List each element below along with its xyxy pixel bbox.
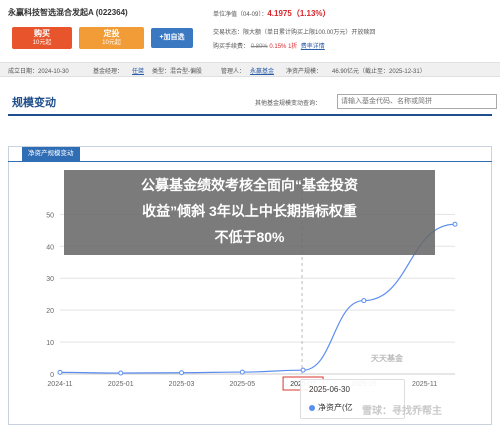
series-dot-icon (309, 404, 315, 411)
caption-line-3: 不低于80% (214, 229, 285, 245)
x-tick-label: 2025-01 (108, 381, 134, 388)
x-tick-label: 2024-11 (47, 381, 72, 388)
snowball-watermark: 雪球：寻找乔帮主 (362, 406, 442, 417)
y-tick-label: 40 (46, 244, 54, 251)
x-tick-label: 2025-05 (229, 381, 255, 388)
y-tick-label: 10 (46, 340, 54, 347)
series-point (361, 298, 367, 304)
x-tick-label: 2025-03 (169, 381, 195, 388)
series-point (452, 221, 458, 227)
caption-line-2: 收益”倾斜 3年以上中长期指标权重 (142, 203, 357, 219)
y-tick-label: 20 (46, 308, 54, 315)
series-point (300, 367, 306, 373)
series-point (118, 370, 124, 376)
tooltip-series: 净资产(亿 (309, 402, 353, 413)
tooltip-series-label: 净资产(亿 (318, 403, 353, 412)
y-tick-label: 50 (46, 212, 54, 219)
series-point (57, 369, 63, 375)
y-tick-label: 30 (46, 276, 54, 283)
news-caption-overlay: 公募基金绩效考核全面向“基金投资 收益”倾斜 3年以上中长期指标权重 不低于80… (64, 170, 435, 255)
watermark-logo: 天天基金 (371, 354, 403, 363)
series-point (239, 369, 245, 375)
series-point (179, 370, 185, 376)
tooltip-date: 2025-06-30 (309, 385, 350, 394)
y-tick-label: 0 (50, 372, 54, 379)
x-tick-label: 2025-11 (412, 381, 437, 388)
caption-line-1: 公募基金绩效考核全面向“基金投资 (141, 177, 358, 193)
